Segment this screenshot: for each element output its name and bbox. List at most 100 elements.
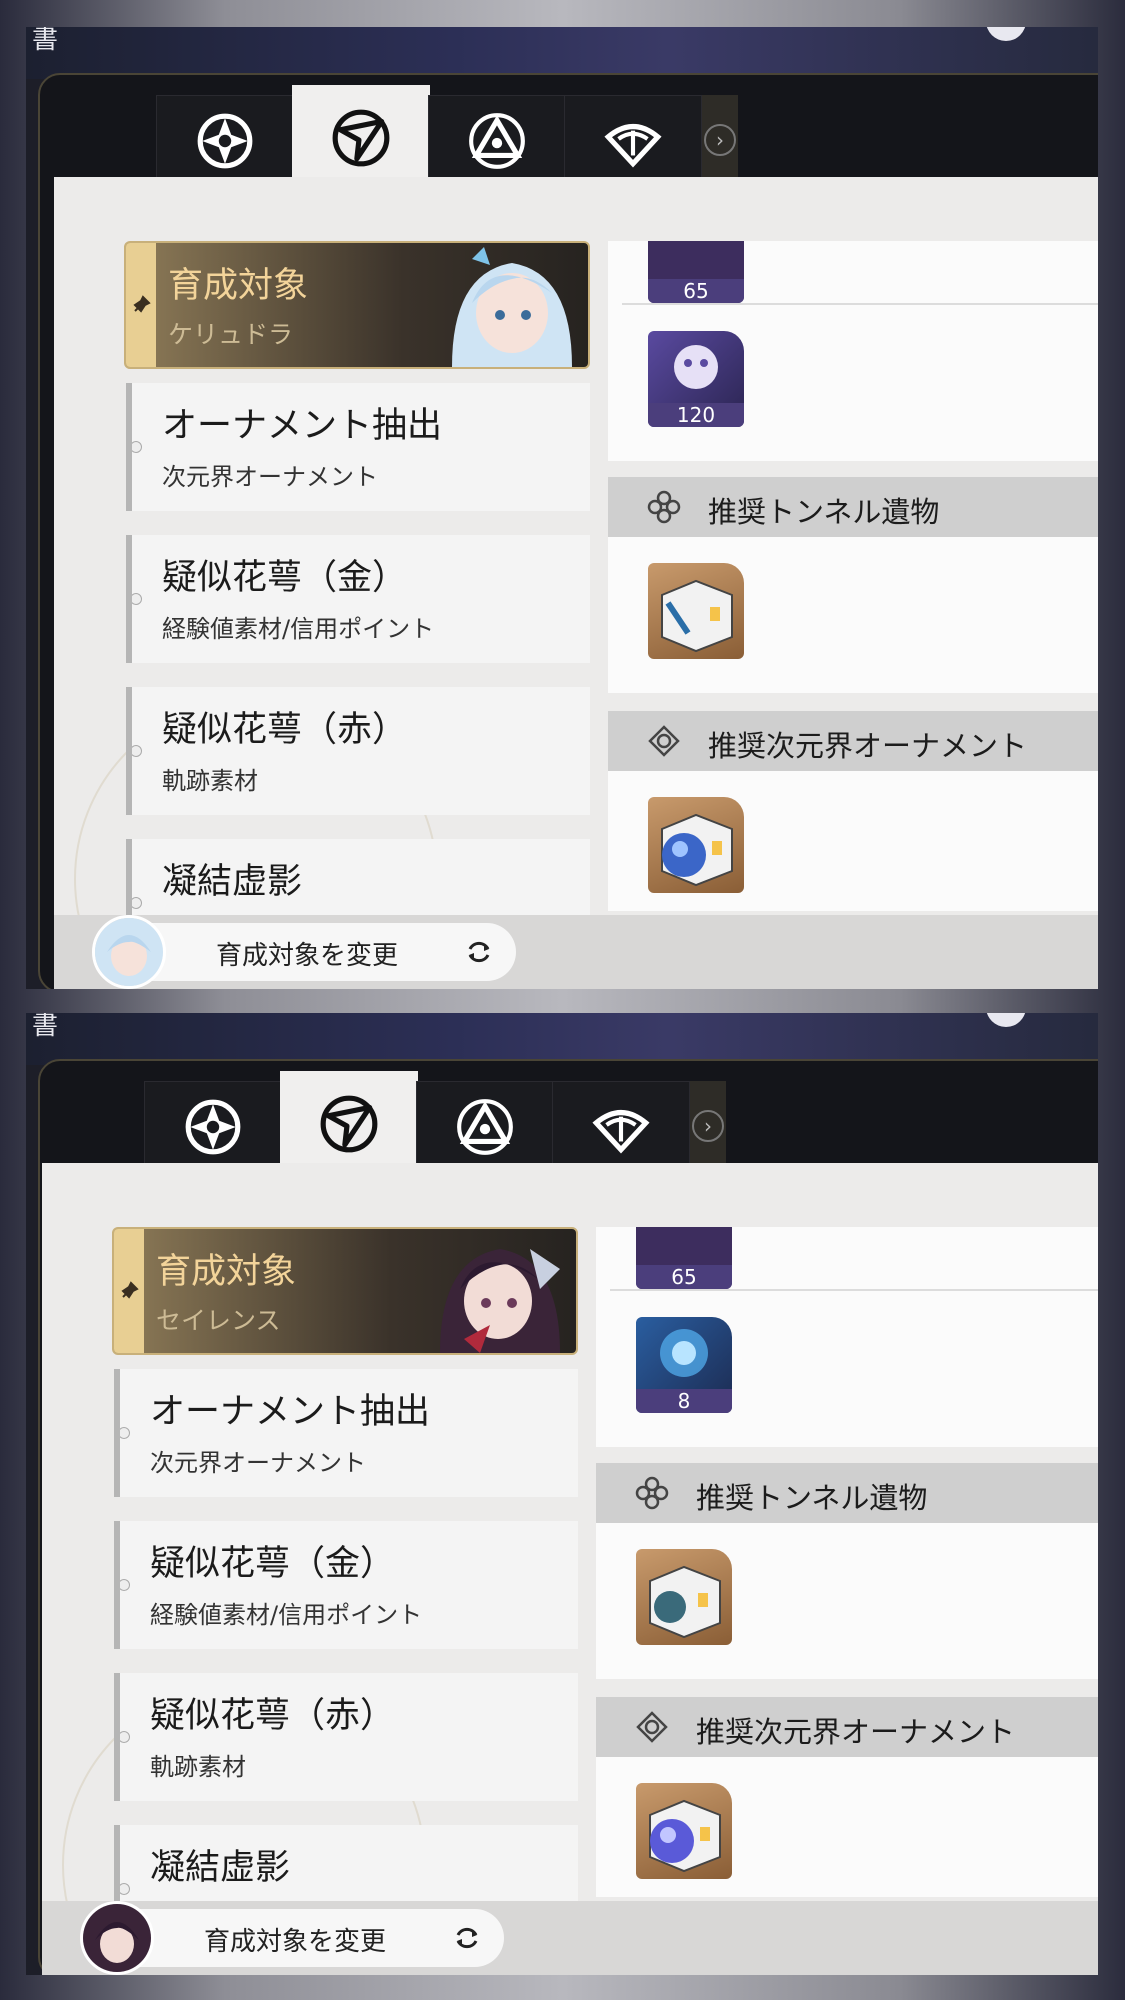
section-label: 推奨次元界オーナメント: [708, 729, 1028, 763]
ornament-section-icon: [636, 1711, 668, 1743]
character-portrait: [440, 1249, 560, 1353]
relic-chest-icon: [661, 579, 733, 653]
card-ornament-extraction[interactable]: オーナメント抽出 次元界オーナメント: [126, 383, 590, 511]
ornament-box: [596, 1757, 1098, 1897]
ornament-orb-icon: [649, 1799, 721, 1873]
tab-more-button[interactable]: ›: [690, 1081, 726, 1171]
card-subtitle: 経験値素材/信用ポイント: [150, 1601, 423, 1629]
card-dot: [132, 745, 142, 757]
screen-top: 書 › 育成対象 ケリュドラ オーナメント抽出 次元界オーナメント 疑似花萼（金…: [26, 27, 1098, 989]
shield-cross-icon: [185, 1099, 241, 1155]
pin-icon: [126, 243, 156, 367]
card-dot: [132, 897, 142, 909]
relic-item[interactable]: [636, 1549, 732, 1645]
tab-bar: ›: [40, 1071, 1098, 1177]
change-target-label: 育成対象を変更: [204, 1927, 387, 1957]
ornament-item[interactable]: [636, 1783, 732, 1879]
tab-more-button[interactable]: ›: [702, 95, 738, 185]
card-title: 疑似花萼（赤）: [150, 1696, 396, 1736]
section-label: 推奨次元界オーナメント: [696, 1715, 1016, 1749]
card-dot: [120, 1427, 130, 1439]
chevron-right-icon: ›: [704, 124, 736, 156]
card-calyx-gold[interactable]: 疑似花萼（金） 経験値素材/信用ポイント: [126, 535, 590, 663]
relic-chest-icon: [649, 1565, 721, 1639]
card-calyx-crimson[interactable]: 疑似花萼（赤） 軌跡素材: [126, 687, 590, 815]
relic-section-icon: [647, 490, 681, 524]
header-button[interactable]: [986, 1013, 1026, 1027]
divider: [622, 303, 1098, 305]
card-dot: [120, 1883, 130, 1895]
fan-emblem-icon: [592, 1109, 650, 1154]
tab-fan-emblem[interactable]: [564, 95, 702, 187]
item-count: 120: [648, 403, 744, 427]
change-target-label: 育成対象を変更: [216, 941, 399, 971]
tab-shield-cross[interactable]: [144, 1081, 282, 1173]
header-text: 書: [32, 1013, 59, 1041]
content-area: 育成対象 セイレンス オーナメント抽出 次元界オーナメント 疑似花萼（金） 経験…: [42, 1163, 1098, 1975]
header-bar: 書: [26, 27, 1098, 79]
card-title: 疑似花萼（金）: [162, 558, 408, 598]
tab-shield-cross[interactable]: [156, 95, 294, 187]
ornament-item[interactable]: [648, 797, 744, 893]
fan-emblem-icon: [604, 123, 662, 168]
relic-item[interactable]: [648, 563, 744, 659]
material-item[interactable]: 8: [636, 1317, 732, 1413]
material-item[interactable]: 65: [636, 1227, 732, 1289]
item-count: 65: [636, 1265, 732, 1289]
training-target-card[interactable]: 育成対象 セイレンス: [112, 1227, 578, 1355]
card-subtitle: 次元界オーナメント: [150, 1449, 366, 1477]
recommendation-panel: 65 120 推奨トンネル遺物 推奨次元界オーナメント: [608, 241, 1098, 911]
ornament-orb-icon: [661, 813, 733, 887]
materials-box: 65 8: [596, 1227, 1098, 1447]
card-calyx-gold[interactable]: 疑似花萼（金） 経験値素材/信用ポイント: [114, 1521, 578, 1649]
item-count: 8: [636, 1389, 732, 1413]
relic-box: [608, 537, 1098, 693]
card-dot: [132, 593, 142, 605]
materials-box: 65 120: [608, 241, 1098, 461]
recommendation-panel: 65 8 推奨トンネル遺物 推奨次元界オーナメント: [596, 1227, 1098, 1897]
target-title: 育成対象: [156, 1252, 297, 1292]
tab-bar: ›: [52, 85, 1098, 191]
target-character-name: ケリュドラ: [168, 320, 294, 349]
card-title: 疑似花萼（金）: [150, 1544, 396, 1584]
refresh-icon: [468, 941, 490, 963]
avatar: [80, 1901, 154, 1975]
material-icon: [660, 1329, 708, 1377]
section-header-ornaments: 推奨次元界オーナメント: [596, 1697, 1098, 1757]
header-button[interactable]: [986, 27, 1026, 41]
section-header-ornaments: 推奨次元界オーナメント: [608, 711, 1098, 771]
tab-triangle-emblem[interactable]: [428, 95, 566, 187]
compass-arrow-icon: [320, 1095, 378, 1153]
tab-triangle-emblem[interactable]: [416, 1081, 554, 1173]
section-header-relics: 推奨トンネル遺物: [596, 1463, 1098, 1523]
card-calyx-crimson[interactable]: 疑似花萼（赤） 軌跡素材: [114, 1673, 578, 1801]
material-item[interactable]: 120: [648, 331, 744, 427]
pin-icon: [114, 1229, 144, 1353]
card-title: 凝結虚影: [162, 862, 303, 902]
chevron-right-icon: ›: [692, 1110, 724, 1142]
card-dot: [132, 441, 142, 453]
tab-compass-arrow[interactable]: [280, 1071, 418, 1177]
card-title: 疑似花萼（赤）: [162, 710, 408, 750]
tab-fan-emblem[interactable]: [552, 1081, 690, 1173]
card-subtitle: 軌跡素材: [162, 767, 258, 795]
section-header-relics: 推奨トンネル遺物: [608, 477, 1098, 537]
target-character-name: セイレンス: [156, 1306, 281, 1335]
card-ornament-extraction[interactable]: オーナメント抽出 次元界オーナメント: [114, 1369, 578, 1497]
change-target-button[interactable]: 育成対象を変更: [80, 1901, 504, 1975]
tab-compass-arrow[interactable]: [292, 85, 430, 191]
screen-bottom: 書 › 育成対象 セイレンス オーナメント抽出 次元界オーナメント 疑似花萼（金…: [26, 1013, 1098, 1975]
training-target-card[interactable]: 育成対象 ケリュドラ: [124, 241, 590, 369]
item-count: 65: [648, 279, 744, 303]
card-dot: [120, 1579, 130, 1591]
change-target-button[interactable]: 育成対象を変更: [92, 915, 516, 989]
divider: [610, 1289, 1098, 1291]
compass-arrow-icon: [332, 109, 390, 167]
section-label: 推奨トンネル遺物: [708, 495, 940, 529]
card-subtitle: 次元界オーナメント: [162, 463, 378, 491]
card-subtitle: 経験値素材/信用ポイント: [162, 615, 435, 643]
material-item[interactable]: 65: [648, 241, 744, 303]
bottom-bar: 育成対象を変更: [54, 915, 1098, 989]
target-title: 育成対象: [168, 266, 309, 306]
refresh-icon: [456, 1927, 478, 1949]
